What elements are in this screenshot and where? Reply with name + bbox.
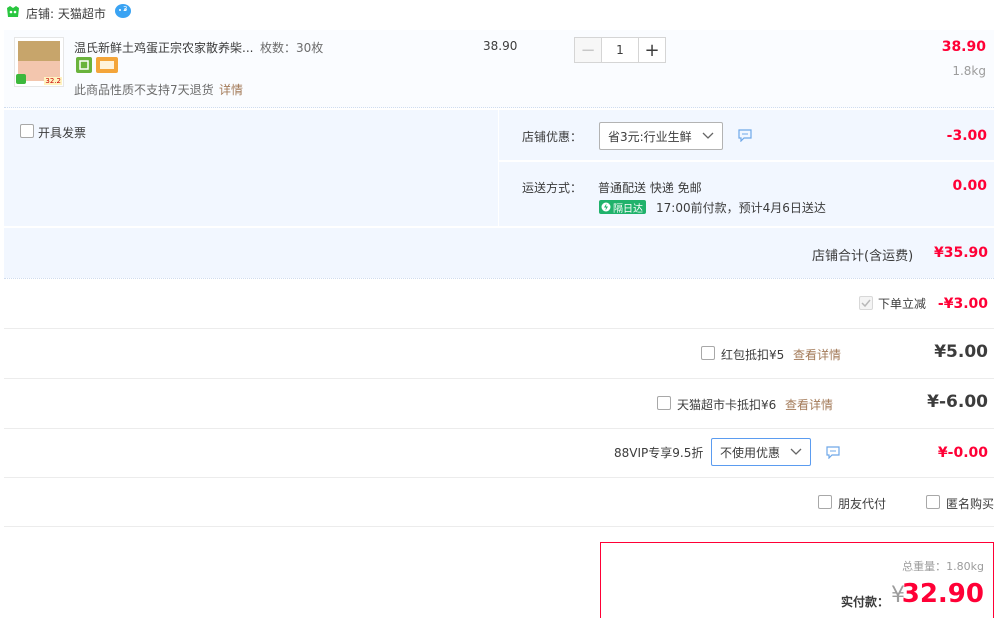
item-total-price: 38.90 [941, 39, 986, 55]
tmall-card-label[interactable]: 天猫超市卡抵扣¥6 [677, 396, 776, 413]
unit-price: 38.90 [483, 39, 518, 53]
row-divider [4, 428, 994, 429]
shop-total-amount: ¥35.90 [933, 245, 988, 261]
payment-summary-box: 总重量：1.80kg 实付款： ¥ 32.90 [600, 542, 994, 618]
wangwang-chat-icon[interactable]: 3 [114, 3, 132, 19]
service-badge-icon [76, 57, 92, 73]
delivery-amount: 0.00 [952, 178, 987, 194]
row-divider [4, 328, 994, 329]
row-divider [4, 378, 994, 379]
pay-label: 实付款： [841, 595, 890, 609]
vip-selected: 不使用优惠 [720, 445, 781, 460]
shop-discount-label: 店铺优惠： [522, 130, 583, 144]
friend-pay-label[interactable]: 朋友代付 [838, 495, 886, 512]
panel-divider-h2 [4, 226, 994, 228]
product-row: 32.2 温氏新鲜土鸡蛋正宗农家散养柴... 枚数：30枚 此商品性质不支持7天… [4, 30, 994, 108]
invoice-label[interactable]: 开具发票 [38, 124, 86, 141]
lightning-icon [601, 202, 611, 212]
chat-badge: 3 [123, 5, 128, 13]
shop-discount-selected: 省3元:行业生鲜 [608, 129, 692, 144]
shop-discount-amount: -3.00 [946, 128, 987, 144]
friend-pay-checkbox[interactable] [818, 495, 832, 509]
delivery-method: 普通配送 快递 免邮 [598, 181, 702, 195]
chevron-down-icon [702, 132, 714, 139]
shop-discount-select[interactable]: 省3元:行业生鲜 [599, 122, 723, 150]
shop-name[interactable]: 店铺: 天猫超市 [26, 5, 106, 22]
instant-discount-checkbox [859, 296, 873, 310]
vip-amount: ¥-0.00 [937, 445, 988, 461]
shop-total-label: 店铺合计(含运费) [812, 249, 914, 264]
next-day-badge: 隔日达 [599, 200, 646, 215]
invoice-checkbox[interactable] [20, 124, 34, 138]
instant-discount-label: 下单立减 [878, 297, 927, 311]
shop-header: 店铺: 天猫超市 3 [0, 0, 1008, 28]
row-divider [4, 477, 994, 478]
total-weight: 总重量：1.80kg [902, 560, 984, 573]
red-packet-detail-link[interactable]: 查看详情 [793, 346, 841, 363]
item-weight: 1.8kg [952, 64, 986, 78]
red-packet-label[interactable]: 红包抵扣¥5 [721, 346, 784, 363]
row-divider [4, 526, 994, 527]
comment-icon[interactable] [738, 128, 752, 142]
red-packet-amount: ¥5.00 [934, 342, 988, 362]
quantity-stepper: − 1 + [574, 37, 666, 63]
pay-amount: 32.90 [901, 579, 984, 609]
card-badge-icon [96, 57, 118, 73]
panel-divider-h [498, 160, 994, 162]
tmall-shop-icon [7, 6, 19, 17]
quantity-input[interactable]: 1 [602, 37, 638, 63]
red-packet-checkbox[interactable] [701, 346, 715, 360]
delivery-label: 运送方式： [522, 181, 583, 195]
chevron-down-icon [790, 448, 802, 455]
return-notice: 此商品性质不支持7天退货 [74, 83, 214, 97]
quantity-increase-button[interactable]: + [638, 37, 666, 63]
tmall-card-detail-link[interactable]: 查看详情 [785, 396, 833, 413]
section-divider [4, 278, 994, 279]
anonymous-label[interactable]: 匿名购买 [946, 495, 994, 512]
quantity-decrease-button[interactable]: − [574, 37, 602, 63]
anonymous-checkbox[interactable] [926, 495, 940, 509]
thumb-price-badge: 32.2 [44, 77, 62, 85]
vip-discount-select[interactable]: 不使用优惠 [711, 438, 811, 466]
product-sku: 枚数：30枚 [260, 41, 324, 55]
product-thumbnail[interactable]: 32.2 [14, 37, 64, 87]
instant-discount-amount: -¥3.00 [937, 296, 988, 312]
return-detail-link[interactable]: 详情 [219, 81, 243, 98]
delivery-eta: 17:00前付款，预计4月6日送达 [656, 201, 826, 215]
vip-label: 88VIP专享9.5折 [614, 446, 704, 460]
tmall-card-amount: ¥-6.00 [927, 392, 988, 412]
tmall-card-checkbox[interactable] [657, 396, 671, 410]
product-title[interactable]: 温氏新鲜土鸡蛋正宗农家散养柴... [74, 39, 253, 56]
panel-divider [498, 110, 499, 226]
comment-icon[interactable] [826, 445, 840, 459]
